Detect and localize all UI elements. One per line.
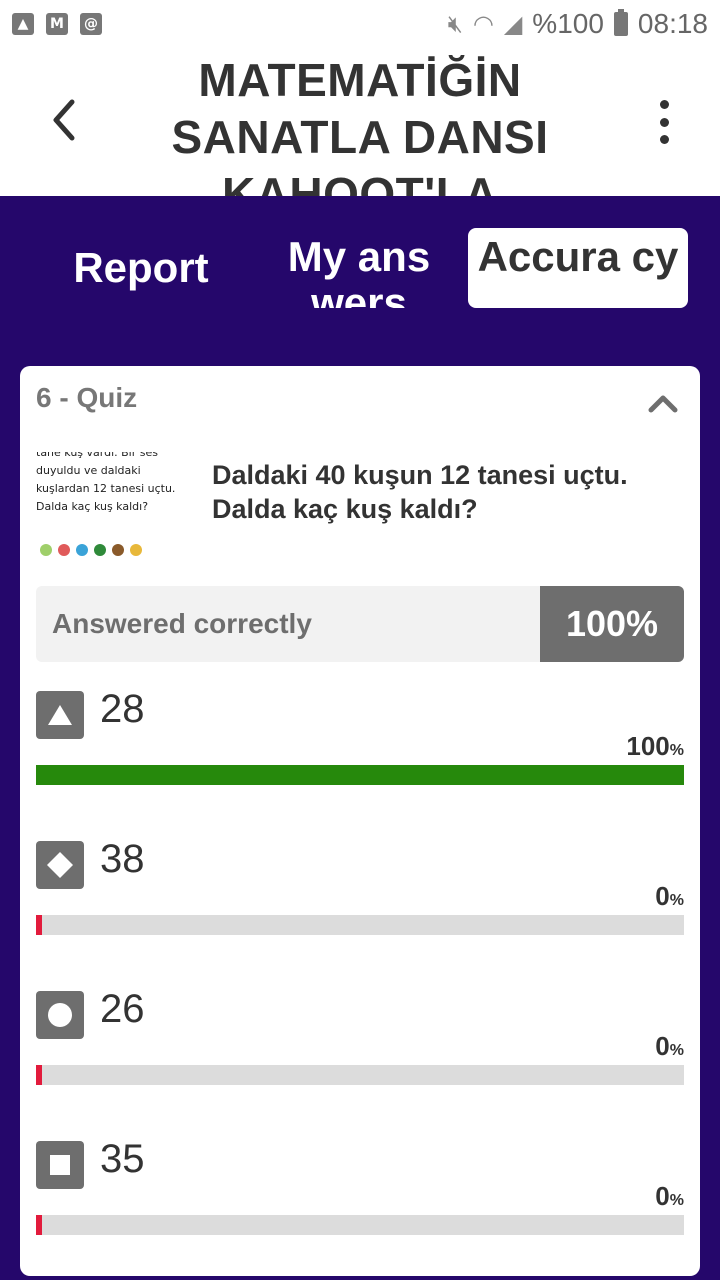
question-heading: 6 - Quiz xyxy=(36,382,138,413)
answer-percent: 100% xyxy=(626,731,684,761)
tab-report[interactable]: Report xyxy=(32,228,250,308)
question-image-text: tane kuş vardı. Bir ses duyuldu ve dalda… xyxy=(36,452,176,513)
answer-bar-fill xyxy=(36,915,42,935)
chevron-up-icon xyxy=(648,395,678,413)
clock: 08:18 xyxy=(637,8,708,39)
answer-value: 35 xyxy=(100,1137,145,1181)
birds-illustration xyxy=(40,544,142,556)
square-icon xyxy=(36,1141,84,1189)
bird-icon xyxy=(130,544,142,556)
answer-bar-track xyxy=(36,1065,684,1085)
collapse-button[interactable] xyxy=(648,388,678,418)
dot-icon xyxy=(659,135,669,144)
question-text: Daldaki 40 kuşun 12 tanesi uçtu. Dalda k… xyxy=(212,460,628,524)
more-options-button[interactable] xyxy=(652,100,676,144)
answer-value: 28 xyxy=(100,687,145,731)
answer-percent: 0% xyxy=(655,881,684,911)
answer-option: 38 0% xyxy=(36,837,684,941)
page-title: MATEMATİĞİN SANATLA DANSI KAHOOT'LA xyxy=(171,54,549,196)
answer-bar-fill xyxy=(36,1065,42,1085)
dot-icon xyxy=(659,100,669,109)
report-content: Report My ans wers Accura cy 6 - Quiz ta… xyxy=(0,196,720,1280)
battery-percent: %100 xyxy=(532,8,604,39)
notification-icons: ▲ M @ xyxy=(12,13,102,35)
tab-accuracy[interactable]: Accura cy xyxy=(468,228,688,308)
signal-icon: ◢ xyxy=(503,10,523,38)
dot-icon xyxy=(659,117,669,127)
answered-correctly-bar: Answered correctly 100% xyxy=(36,586,684,662)
battery-icon xyxy=(613,9,628,36)
answer-value: 26 xyxy=(100,987,145,1031)
app-header: MATEMATİĞİN SANATLA DANSI KAHOOT'LA xyxy=(0,48,720,196)
bird-icon xyxy=(58,544,70,556)
bird-icon xyxy=(76,544,88,556)
answer-percent: 0% xyxy=(655,1181,684,1211)
answered-correctly-percent: 100% xyxy=(540,586,684,662)
back-button[interactable] xyxy=(44,96,84,144)
question-image: tane kuş vardı. Bir ses duyuldu ve dalda… xyxy=(36,452,182,558)
email-notification-icon: @ xyxy=(80,13,102,35)
bird-icon xyxy=(112,544,124,556)
answer-option: 35 0% xyxy=(36,1137,684,1241)
answer-percent: 0% xyxy=(655,1031,684,1061)
gmail-notification-icon: M xyxy=(46,13,68,35)
triangle-icon xyxy=(36,691,84,739)
tab-bar: Report My ans wers Accura cy xyxy=(32,228,688,308)
mute-icon: 🔇︎ xyxy=(447,10,463,38)
answer-bar-fill xyxy=(36,765,684,785)
wifi-icon: ◠ xyxy=(472,10,494,38)
answer-value: 38 xyxy=(100,837,145,881)
answer-bar-fill xyxy=(36,1215,42,1235)
tab-my-answers[interactable]: My ans wers xyxy=(250,228,468,309)
answer-option: 26 0% xyxy=(36,987,684,1091)
bird-icon xyxy=(40,544,52,556)
answer-option: 28 100% xyxy=(36,687,684,791)
status-bar: ▲ M @ 🔇︎ ◠ ◢ %100 08:18 xyxy=(0,0,720,48)
answer-bar-track xyxy=(36,765,684,785)
diamond-icon xyxy=(36,841,84,889)
image-notification-icon: ▲ xyxy=(12,13,34,35)
circle-icon xyxy=(36,991,84,1039)
question-card: 6 - Quiz tane kuş vardı. Bir ses duyuldu… xyxy=(20,366,700,1276)
answer-bar-track xyxy=(36,915,684,935)
back-arrow-icon xyxy=(53,99,75,141)
answer-bar-track xyxy=(36,1215,684,1235)
answered-correctly-label: Answered correctly xyxy=(52,608,312,639)
bird-icon xyxy=(94,544,106,556)
